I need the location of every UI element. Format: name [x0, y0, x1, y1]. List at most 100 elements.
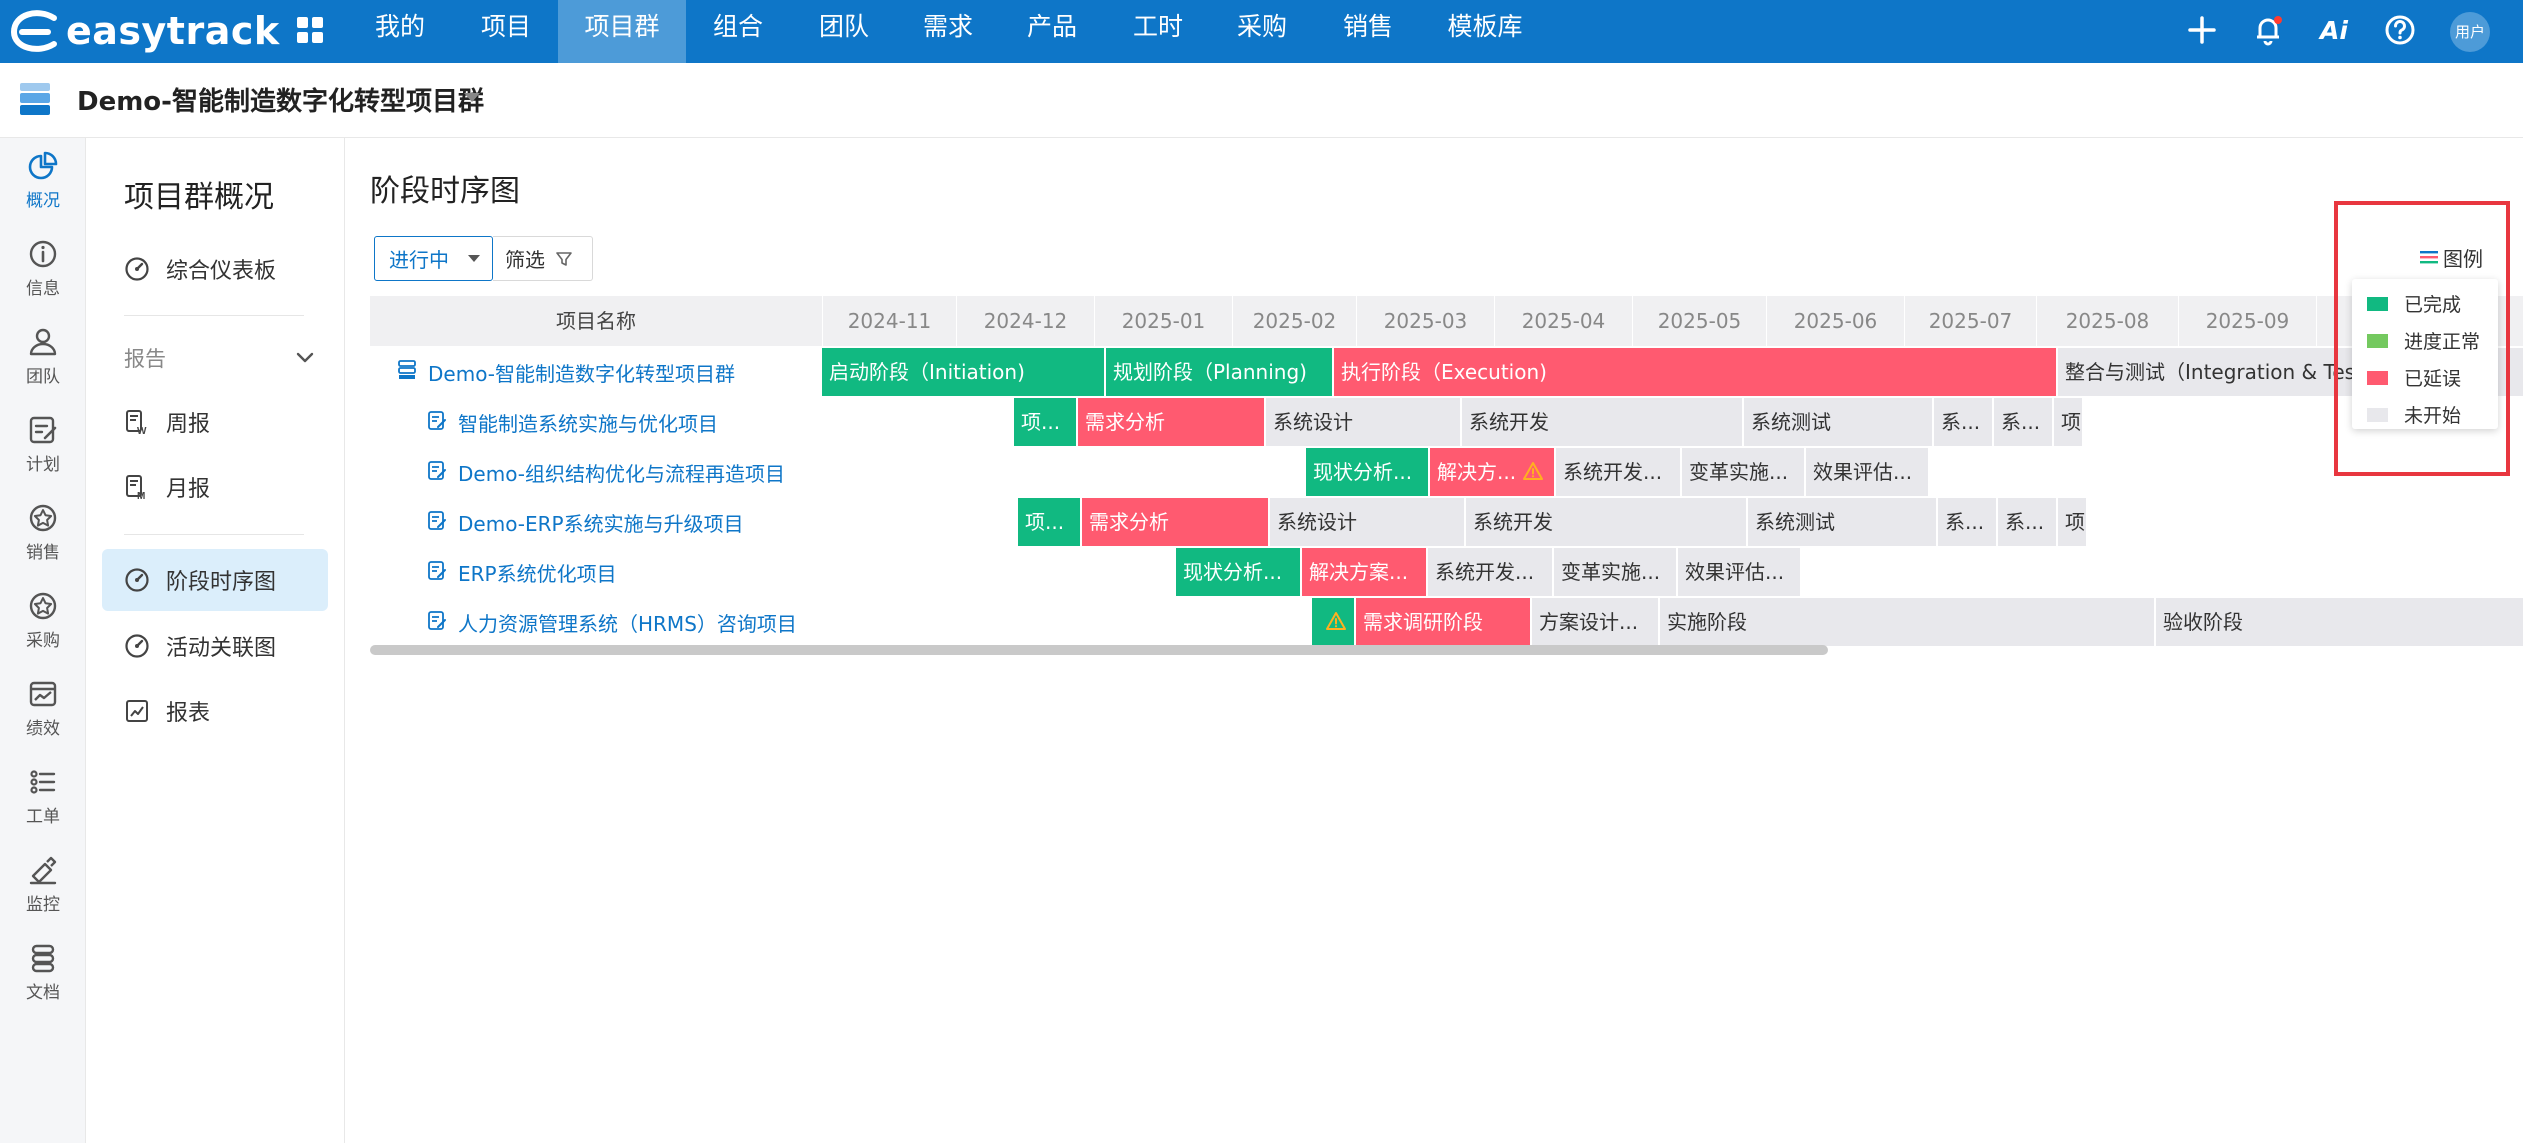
- phase-bar[interactable]: 系统测试: [1744, 398, 1934, 446]
- phase-bar[interactable]: 启动阶段（Initiation): [822, 348, 1106, 396]
- month-header-cell: 2024-11: [822, 296, 956, 346]
- phase-bar[interactable]: 系统开发...: [1556, 448, 1682, 496]
- module-plan[interactable]: 计划: [0, 402, 86, 490]
- svg-text:W: W: [137, 426, 147, 435]
- phase-bar[interactable]: 变革实施...: [1682, 448, 1806, 496]
- filter-button[interactable]: 筛选: [493, 236, 593, 281]
- program-dropdown-caret-icon[interactable]: [464, 93, 480, 102]
- phase-bar[interactable]: 系...: [1934, 398, 1994, 446]
- sidebar-group-reports[interactable]: 报告: [124, 338, 314, 378]
- nav-requirements[interactable]: 需求: [900, 0, 996, 63]
- phase-bar[interactable]: 系统设计: [1266, 398, 1462, 446]
- phase-bar-label: 执行阶段（Execution): [1341, 360, 1547, 384]
- module-performance[interactable]: 绩效: [0, 666, 86, 754]
- nav-products[interactable]: 产品: [1004, 0, 1100, 63]
- user-avatar[interactable]: 用户: [2450, 12, 2490, 52]
- nav-portfolio[interactable]: 组合: [690, 0, 786, 63]
- nav-template-library[interactable]: 模板库: [1430, 0, 1540, 63]
- gantt-row-name[interactable]: 智能制造系统实施与优化项目: [426, 397, 718, 447]
- phase-bar[interactable]: 需求分析: [1078, 398, 1266, 446]
- gantt-row-name[interactable]: Demo-智能制造数字化转型项目群: [396, 347, 735, 397]
- phase-bar[interactable]: 系...: [1938, 498, 1998, 546]
- sidebar-item-reports[interactable]: 报表: [102, 680, 328, 742]
- phase-bar[interactable]: 系...: [1994, 398, 2054, 446]
- phase-bar[interactable]: 效果评估...: [1678, 548, 1802, 596]
- module-purchase[interactable]: 采购: [0, 578, 86, 666]
- phase-bar[interactable]: 系统开发: [1462, 398, 1744, 446]
- gantt-row-name[interactable]: 人力资源管理系统（HRMS）咨询项目: [426, 597, 797, 647]
- sidebar-item-phase-timeline[interactable]: 阶段时序图: [102, 549, 328, 611]
- phase-bar[interactable]: 项: [2058, 498, 2088, 546]
- horizontal-scrollbar[interactable]: [370, 645, 1828, 655]
- app-logo[interactable]: easytrack: [8, 4, 280, 58]
- phase-bar-label: 现状分析...: [1183, 560, 1283, 584]
- nav-timesheet[interactable]: 工时: [1110, 0, 1206, 63]
- apps-grid-icon[interactable]: [288, 8, 332, 52]
- ai-label: Ai: [2320, 15, 2348, 45]
- phase-bar[interactable]: 项...: [1018, 498, 1082, 546]
- phase-bar[interactable]: 需求调研阶段: [1356, 598, 1532, 646]
- sales-icon: [29, 504, 57, 532]
- module-overview[interactable]: 概况: [0, 138, 86, 226]
- sidebar-item-dashboard[interactable]: 综合仪表板: [102, 238, 328, 300]
- gantt-row-name[interactable]: Demo-ERP系统实施与升级项目: [426, 497, 744, 547]
- phase-bar[interactable]: 方案设计...: [1532, 598, 1660, 646]
- phase-bar[interactable]: 现状分析...: [1176, 548, 1302, 596]
- module-sales[interactable]: 销售: [0, 490, 86, 578]
- gantt-header: 项目名称 2024-11 2024-12 2025-01 2025-02 2025-03…: [370, 296, 2523, 346]
- phase-bar[interactable]: 解决方案...: [1302, 548, 1428, 596]
- phase-bar-label: 启动阶段（Initiation): [829, 360, 1025, 384]
- module-monitor[interactable]: 监控: [0, 842, 86, 930]
- info-icon: [29, 240, 57, 268]
- phase-bar[interactable]: 系...: [1998, 498, 2058, 546]
- nav-my[interactable]: 我的: [352, 0, 448, 63]
- nav-sales[interactable]: 销售: [1320, 0, 1416, 63]
- phase-bar[interactable]: 验收阶段: [2156, 598, 2523, 646]
- module-team[interactable]: 团队: [0, 314, 86, 402]
- nav-projects[interactable]: 项目: [458, 0, 554, 63]
- phase-bar[interactable]: 系统开发: [1466, 498, 1748, 546]
- module-label: 信息: [26, 279, 60, 299]
- module-workorder[interactable]: 工单: [0, 754, 86, 842]
- phase-bar-label: 需求调研阶段: [1363, 610, 1483, 634]
- gantt-row-name[interactable]: Demo-组织结构优化与流程再造项目: [426, 447, 785, 497]
- phase-bar-label: 方案设计...: [1539, 610, 1639, 634]
- sidebar-item-activity-graph[interactable]: 活动关联图: [102, 615, 328, 677]
- gauge-icon: [125, 257, 149, 281]
- phase-bar[interactable]: 项...: [1014, 398, 1078, 446]
- phase-bar[interactable]: 实施阶段: [1660, 598, 2156, 646]
- phase-bar-label: 效果评估...: [1685, 560, 1785, 584]
- phase-bar[interactable]: 规划阶段（Planning): [1106, 348, 1334, 396]
- phase-bar[interactable]: 需求分析: [1082, 498, 1270, 546]
- chevron-down-icon: [296, 352, 314, 363]
- status-filter-select[interactable]: 进行中: [374, 236, 493, 281]
- help-icon[interactable]: [2378, 8, 2422, 52]
- phase-bar[interactable]: 效果评估...: [1806, 448, 1930, 496]
- phase-bar[interactable]: 解决方...: [1430, 448, 1556, 496]
- svg-text:M: M: [137, 491, 145, 500]
- ai-icon[interactable]: Ai: [2312, 8, 2356, 52]
- bell-icon[interactable]: [2246, 8, 2290, 52]
- gantt-row-name[interactable]: ERP系统优化项目: [426, 547, 617, 597]
- logo-text: easytrack: [66, 9, 280, 53]
- plus-icon[interactable]: [2180, 8, 2224, 52]
- phase-bar-label: 系统设计: [1277, 510, 1357, 534]
- overview-sidebar: 项目群概况 综合仪表板 报告 W 周报 M 月报 阶段时序图 活动关联图 报表: [86, 138, 345, 1143]
- phase-bar[interactable]: 现状分析...: [1306, 448, 1430, 496]
- phase-bar[interactable]: 项: [2054, 398, 2084, 446]
- sidebar-item-label: 报表: [166, 701, 211, 726]
- module-document[interactable]: 文档: [0, 930, 86, 1018]
- nav-procurement[interactable]: 采购: [1214, 0, 1310, 63]
- phase-bar-label: 需求分析: [1089, 510, 1169, 534]
- phase-bar[interactable]: 执行阶段（Execution): [1334, 348, 2058, 396]
- nav-team[interactable]: 团队: [796, 0, 892, 63]
- phase-bar[interactable]: 系统测试: [1748, 498, 1938, 546]
- sidebar-item-weekly[interactable]: W 周报: [102, 391, 328, 453]
- sidebar-item-monthly[interactable]: M 月报: [102, 456, 328, 518]
- phase-bar[interactable]: [1312, 598, 1356, 646]
- phase-bar[interactable]: 变革实施...: [1554, 548, 1678, 596]
- nav-program[interactable]: 项目群: [558, 0, 686, 63]
- phase-bar[interactable]: 系统开发...: [1428, 548, 1554, 596]
- phase-bar[interactable]: 系统设计: [1270, 498, 1466, 546]
- module-info[interactable]: 信息: [0, 226, 86, 314]
